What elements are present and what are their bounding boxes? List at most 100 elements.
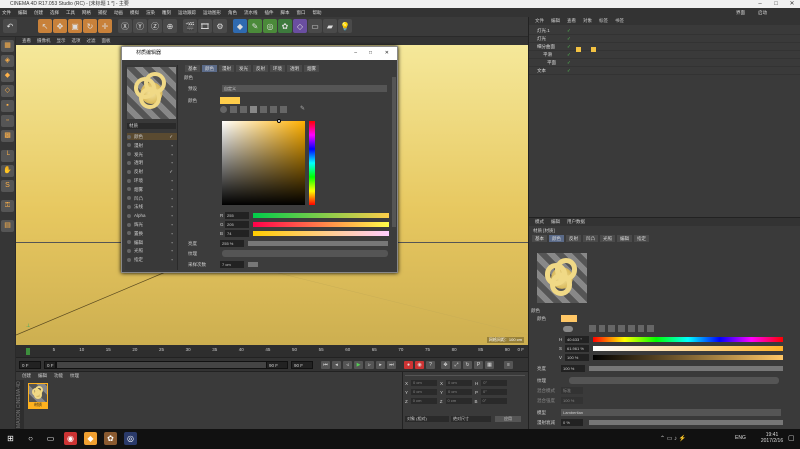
coord-mode-select[interactable]: 对象 (相对) bbox=[405, 416, 449, 422]
picture-icon[interactable] bbox=[598, 325, 606, 332]
menu-15[interactable]: 插件 bbox=[265, 10, 274, 16]
rgb-icon[interactable] bbox=[608, 325, 616, 332]
material-menu-3[interactable]: 纹理 bbox=[70, 373, 79, 379]
tweak-icon[interactable]: ✋ bbox=[1, 165, 14, 177]
unchecked-icon[interactable]: ▫ bbox=[171, 151, 173, 158]
camera-icon[interactable]: ▰ bbox=[323, 19, 337, 33]
texture-mode-icon[interactable]: ◆ bbox=[1, 70, 14, 82]
eyedropper-icon[interactable] bbox=[647, 325, 655, 332]
app-icon-1[interactable]: ◉ bbox=[64, 432, 77, 445]
color-swatch[interactable] bbox=[220, 97, 240, 104]
checked-icon[interactable]: ✓ bbox=[169, 168, 173, 175]
channel-row[interactable]: 法线 ▫ bbox=[127, 203, 177, 210]
sample-slider[interactable] bbox=[248, 262, 258, 267]
visibility-check-icon[interactable]: ✓ bbox=[567, 51, 571, 59]
diffuse-slider[interactable] bbox=[589, 420, 783, 425]
editor-tab[interactable]: 透明 bbox=[287, 65, 302, 72]
range-slider[interactable] bbox=[56, 361, 286, 369]
prev-key-icon[interactable]: ◂ bbox=[332, 361, 341, 369]
object-menu-4[interactable]: 标签 bbox=[599, 18, 608, 24]
next-frame-icon[interactable]: ▹ bbox=[365, 361, 374, 369]
unchecked-icon[interactable]: ▫ bbox=[171, 239, 173, 246]
menu-18[interactable]: 帮助 bbox=[313, 10, 322, 16]
render-view-icon[interactable]: 🎬 bbox=[183, 19, 197, 33]
viewport-menu-3[interactable]: 选项 bbox=[72, 38, 81, 44]
preset-select[interactable]: 自定义 bbox=[222, 85, 387, 92]
spectrum-icon[interactable] bbox=[589, 325, 596, 332]
channel-row[interactable]: 反射 ✓ bbox=[127, 168, 177, 175]
workplane-icon[interactable]: ◇ bbox=[1, 85, 14, 97]
points-mode-icon[interactable]: ▪ bbox=[1, 100, 14, 112]
editor-tab[interactable]: 反射 bbox=[253, 65, 268, 72]
diffuse-field[interactable]: 0 % bbox=[561, 419, 583, 426]
coord-rot-field[interactable]: 0° bbox=[481, 389, 508, 395]
b-field[interactable]: 74 bbox=[225, 230, 249, 237]
channel-row[interactable]: 指定 ▫ bbox=[127, 256, 177, 263]
menu-12[interactable]: 运动图形 bbox=[203, 10, 221, 16]
attr-menu-1[interactable]: 编辑 bbox=[551, 219, 560, 225]
sample-field[interactable]: 7 cm bbox=[220, 261, 244, 268]
scale-icon[interactable]: ▣ bbox=[68, 19, 82, 33]
object-menu-0[interactable]: 文件 bbox=[535, 18, 544, 24]
menu-0[interactable]: 文件 bbox=[2, 10, 11, 16]
minimize-icon[interactable]: – bbox=[752, 0, 768, 8]
rotate-icon[interactable]: ↻ bbox=[83, 19, 97, 33]
attr-brightness-field[interactable]: 100 % bbox=[561, 365, 585, 372]
input-language[interactable]: ENG bbox=[735, 435, 746, 441]
channel-row[interactable]: 环境 ▫ bbox=[127, 177, 177, 184]
unchecked-icon[interactable]: ▫ bbox=[171, 159, 173, 166]
menu-5[interactable]: 网格 bbox=[82, 10, 91, 16]
close-icon[interactable]: ✕ bbox=[784, 0, 800, 8]
color-picker-handle[interactable] bbox=[277, 119, 281, 123]
key-pla-icon[interactable]: ▦ bbox=[485, 361, 494, 369]
play-icon[interactable]: ▶ bbox=[354, 361, 363, 369]
unchecked-icon[interactable]: ▫ bbox=[171, 221, 173, 228]
editor-rgb-icon[interactable] bbox=[250, 106, 257, 113]
editor-wheel-icon[interactable] bbox=[220, 106, 227, 113]
unchecked-icon[interactable]: ▫ bbox=[171, 230, 173, 237]
unchecked-icon[interactable]: ▫ bbox=[171, 186, 173, 193]
maximize-icon[interactable]: □ bbox=[768, 0, 784, 8]
tray-icons[interactable]: ⌃ ▭ ♪ ⚡ bbox=[660, 435, 686, 442]
make-editable-icon[interactable]: ▦ bbox=[1, 40, 14, 52]
editor-mixer-icon[interactable] bbox=[280, 106, 287, 113]
grid-icon[interactable]: ▤ bbox=[1, 220, 14, 232]
dialog-maximize-icon[interactable]: □ bbox=[369, 47, 372, 60]
h-field[interactable]: 40.633 ° bbox=[565, 336, 589, 343]
attr-tab[interactable]: 指定 bbox=[634, 235, 649, 242]
pen-icon[interactable]: ✎ bbox=[248, 19, 262, 33]
menu-6[interactable]: 捕捉 bbox=[98, 10, 107, 16]
coord-system-icon[interactable]: ⊕ bbox=[163, 19, 177, 33]
editor-eyedropper-icon[interactable]: ✎ bbox=[300, 106, 307, 113]
material-thumbnail[interactable]: 材质 bbox=[28, 383, 48, 409]
visibility-check-icon[interactable]: ✓ bbox=[567, 35, 571, 43]
editor-picture-icon[interactable] bbox=[240, 106, 247, 113]
channel-row[interactable]: 漫射 ▫ bbox=[127, 142, 177, 149]
attr-tab[interactable]: 编辑 bbox=[617, 235, 632, 242]
edges-mode-icon[interactable]: ▫ bbox=[1, 115, 14, 127]
r-slider[interactable] bbox=[253, 213, 389, 218]
next-key-icon[interactable]: ▸ bbox=[376, 361, 385, 369]
object-menu-3[interactable]: 对象 bbox=[583, 18, 592, 24]
plus-icon[interactable]: ✛ bbox=[98, 19, 112, 33]
menu-3[interactable]: 选择 bbox=[50, 10, 59, 16]
app-icon-2[interactable]: ◆ bbox=[84, 432, 97, 445]
light-icon[interactable]: 💡 bbox=[338, 19, 352, 33]
floor-icon[interactable]: ▭ bbox=[308, 19, 322, 33]
undo-icon[interactable]: ↶ bbox=[3, 19, 17, 33]
key-selection-icon[interactable]: ? bbox=[426, 361, 435, 369]
kelvin-icon[interactable] bbox=[627, 325, 635, 332]
r-field[interactable]: 255 bbox=[225, 212, 249, 219]
record-icon[interactable]: ● bbox=[404, 361, 413, 369]
material-tag-icon[interactable] bbox=[576, 47, 581, 52]
coord-size-field[interactable]: 0 cm bbox=[446, 380, 473, 386]
v-slider[interactable] bbox=[593, 355, 783, 360]
menu-16[interactable]: 脚本 bbox=[281, 10, 290, 16]
channel-row[interactable]: Alpha ▫ bbox=[127, 212, 177, 219]
object-row[interactable]: 平滑 ✓ bbox=[529, 51, 800, 59]
dialog-minimize-icon[interactable]: – bbox=[354, 47, 357, 60]
snap-icon[interactable]: S bbox=[1, 180, 14, 192]
coord-rot-field[interactable]: 0° bbox=[481, 380, 508, 386]
x-axis-icon[interactable]: Ⓧ bbox=[118, 19, 132, 33]
mix-mode-select[interactable]: 标准 bbox=[561, 387, 583, 394]
